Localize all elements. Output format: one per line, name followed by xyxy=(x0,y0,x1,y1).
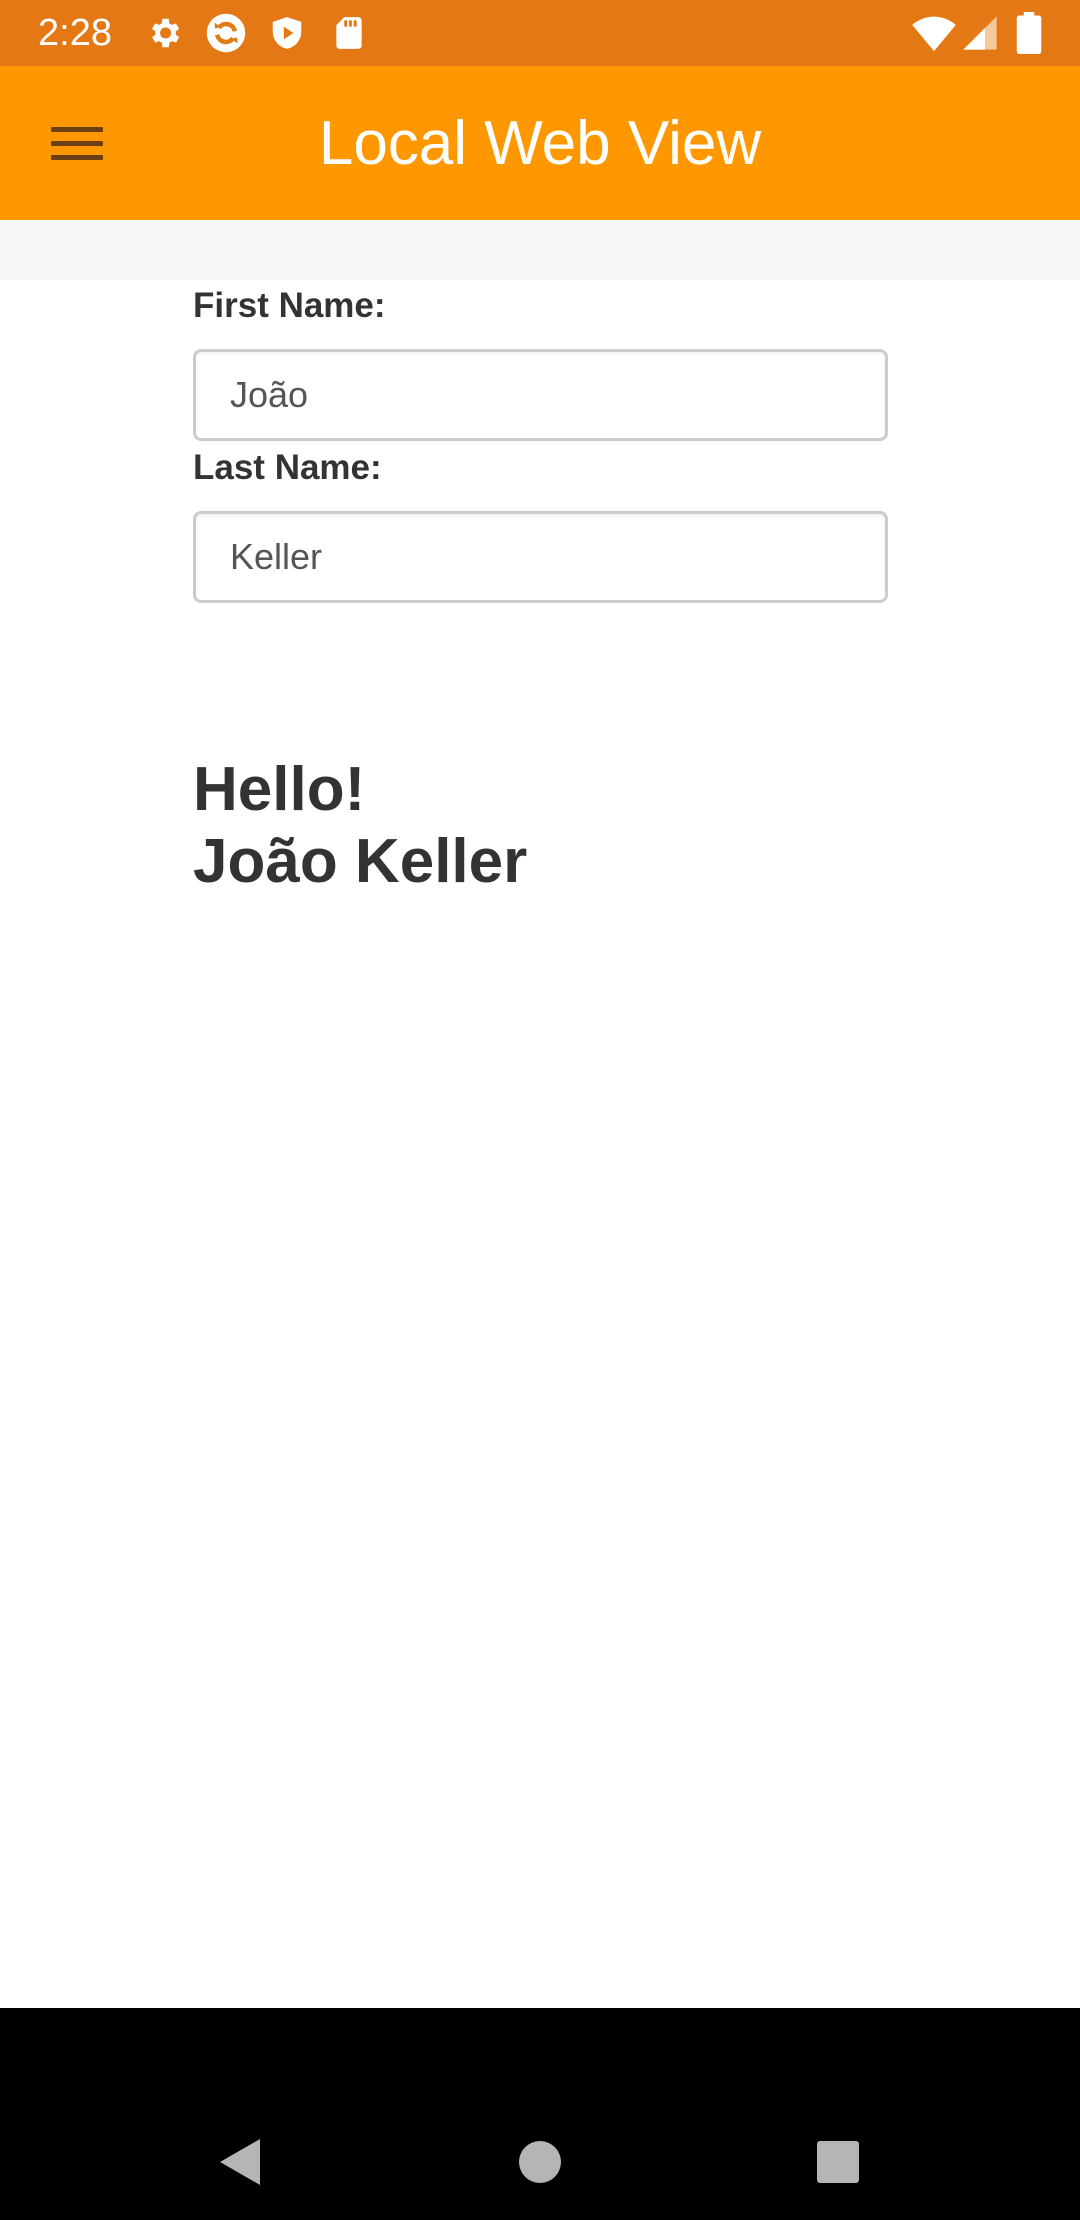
gear-icon xyxy=(151,18,180,48)
app-title: Local Web View xyxy=(318,109,762,178)
screen: 2:28 Local Web View First Name: João Las… xyxy=(0,0,1080,2220)
first-name-label: First Name: xyxy=(193,286,386,325)
sd-card-icon xyxy=(336,17,362,49)
status-bar: 2:28 xyxy=(0,0,1080,66)
home-icon[interactable] xyxy=(508,2130,572,2194)
wifi-icon xyxy=(912,16,956,52)
home-icon-shape xyxy=(519,2141,561,2183)
greeting-full-name: João Keller xyxy=(193,827,528,896)
sync-icon xyxy=(206,13,246,53)
play-shield-icon xyxy=(272,17,302,49)
back-icon[interactable] xyxy=(208,2130,272,2194)
back-icon-shape xyxy=(220,2139,260,2185)
status-time: 2:28 xyxy=(38,12,112,54)
first-name-input[interactable] xyxy=(193,349,888,441)
content-top-strip xyxy=(0,220,1080,280)
battery-icon xyxy=(1016,12,1042,54)
recents-icon-shape xyxy=(817,2141,859,2183)
app-bar: Local Web View xyxy=(0,66,1080,220)
cell-signal-icon xyxy=(963,16,997,50)
last-name-input[interactable] xyxy=(193,511,888,603)
last-name-label: Last Name: xyxy=(193,448,382,487)
greeting-hello: Hello! xyxy=(193,755,366,824)
recents-icon[interactable] xyxy=(806,2130,870,2194)
navigation-bar xyxy=(0,2008,1080,2220)
